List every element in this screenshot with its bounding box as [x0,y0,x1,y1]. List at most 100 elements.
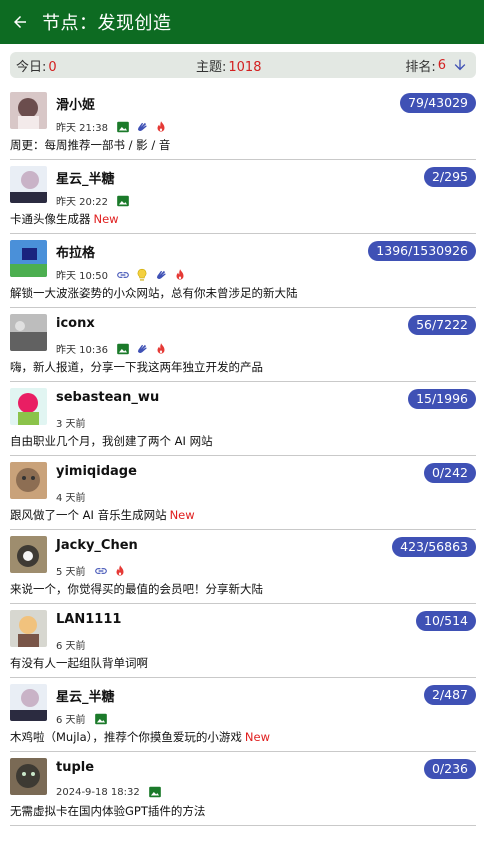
username[interactable]: Jacky_Chen [56,538,138,553]
topic-meta: 昨天 10:36 [56,341,173,356]
reply-view-count-badge: 15/1996 [408,389,476,409]
topic-row[interactable]: sebastean_wu 3 天前 15/1996 自由职业几个月，我创建了两个 AI… [10,382,476,456]
topic-title-text: 来说一个，你觉得买的最值的会员吧！分享新大陆 [10,582,263,596]
username[interactable]: LAN1111 [56,612,121,627]
topic-title-text: 卡通头像生成器 [10,212,91,226]
timestamp: 昨天 20:22 [56,197,108,208]
timestamp: 昨天 10:36 [56,345,108,356]
topic-row[interactable]: 星云_半糖昨天 20:22 2/295 卡通头像生成器 New [10,160,476,234]
topic-meta: 5 天前 [56,563,132,578]
image-icon [94,712,108,726]
arrow-down-icon[interactable] [452,57,468,73]
node-stats-bar: 今日: 0 主题: 1018 排名: 6 [10,52,476,78]
topic-row[interactable]: Jacky_Chen 5 天前 423/56863 来说一个，你觉得买的最值的会员吧！… [10,530,476,604]
new-label: New [244,730,270,744]
arrow-left-icon [14,16,26,28]
fire-icon [154,120,168,134]
topic-title[interactable]: 卡通头像生成器 New [10,211,119,227]
topic-list: 滑小姬昨天 21:38 79/43029 周更：每周推荐一部书 / 影 / 音星云_… [0,86,484,826]
avatar[interactable] [10,92,47,129]
topic-title-text: 跟风做了一个 AI 音乐生成网站 [10,508,167,522]
topic-meta: 6 天前 [56,637,94,652]
topic-title[interactable]: 自由职业几个月，我创建了两个 AI 网站 [10,433,216,449]
image-icon [148,785,162,799]
new-label: New [169,508,195,522]
topic-meta: 2024-9-18 18:32 [56,785,167,799]
timestamp: 4 天前 [56,493,86,504]
topic-title[interactable]: 跟风做了一个 AI 音乐生成网站 New [10,507,195,523]
rank-stat: 排名: 6 [405,56,468,75]
reply-view-count-badge: 423/56863 [392,537,476,557]
topic-meta: 4 天前 [56,489,94,504]
bulb-icon [135,268,149,282]
timestamp: 2024-9-18 18:32 [56,786,140,798]
avatar[interactable] [10,610,47,647]
topic-title-text: 木鸡啦（Mujla），推荐个你摸鱼爱玩的小游戏 [10,730,242,744]
page-title: 节点：发现创造 [42,13,172,34]
topic-row[interactable]: LAN1111 6 天前 10/514 有没有人一起组队背单词啊 [10,604,476,678]
avatar[interactable] [10,388,47,425]
avatar[interactable] [10,166,47,203]
topic-title[interactable]: 木鸡啦（Mujla），推荐个你摸鱼爱玩的小游戏 New [10,729,270,745]
fire-icon [173,268,187,282]
link-icon [116,268,130,282]
fire-icon [113,564,127,578]
topic-title-text: 解锁一大波涨姿势的小众网站，总有你未曾涉足的新大陆 [10,286,298,300]
avatar[interactable] [10,758,47,795]
username[interactable]: 星云_半糖 [56,168,115,187]
username[interactable]: 星云_半糖 [56,686,115,705]
hand-icon [135,342,149,356]
timestamp: 6 天前 [56,641,86,652]
timestamp: 昨天 21:38 [56,123,108,134]
topic-meta: 昨天 10:50 [56,267,192,282]
topic-meta: 昨天 21:38 [56,119,173,134]
topic-row[interactable]: 布拉格昨天 10:50 1396/1530926 解锁一大波涨姿势的小众网站，总有你… [10,234,476,308]
topic-row[interactable]: tuple 2024-9-18 18:32 0/236 无需虚拟卡在国内体验GPT插件… [10,752,476,826]
topic-row[interactable]: 星云_半糖 6 天前 2/487 木鸡啦（Mujla），推荐个你摸鱼爱玩的小游戏 New [10,678,476,752]
username[interactable]: iconx [56,316,95,331]
username[interactable]: tuple [56,760,94,775]
link-icon [94,564,108,578]
topics-value: 1018 [228,59,262,75]
topic-title[interactable]: 来说一个，你觉得买的最值的会员吧！分享新大陆 [10,581,266,597]
topic-title-text: 无需虚拟卡在国内体验GPT插件的方法 [10,804,206,818]
topic-title[interactable]: 有没有人一起组队背单词啊 [10,655,151,671]
username[interactable]: sebastean_wu [56,390,159,405]
avatar[interactable] [10,240,47,277]
topic-meta: 昨天 20:22 [56,193,135,208]
topic-row[interactable]: 滑小姬昨天 21:38 79/43029 周更：每周推荐一部书 / 影 / 音 [10,86,476,160]
reply-view-count-badge: 79/43029 [400,93,476,113]
topic-title-text: 有没有人一起组队背单词啊 [10,656,148,670]
reply-view-count-badge: 56/7222 [408,315,476,335]
topics-label: 主题: [196,59,227,75]
topic-meta: 6 天前 [56,711,113,726]
topic-title-text: 嗨，新人报道，分享一下我这两年独立开发的产品 [10,360,263,374]
topic-title[interactable]: 无需虚拟卡在国内体验GPT插件的方法 [10,803,208,819]
reply-view-count-badge: 1396/1530926 [368,241,476,261]
avatar[interactable] [10,536,47,573]
back-button[interactable] [0,4,40,40]
timestamp: 3 天前 [56,419,86,430]
image-icon [116,342,130,356]
reply-view-count-badge: 0/242 [423,463,476,483]
avatar[interactable] [10,462,47,499]
reply-view-count-badge: 2/487 [423,685,476,705]
avatar[interactable] [10,684,47,721]
topic-title[interactable]: 周更：每周推荐一部书 / 影 / 音 [10,137,173,153]
topic-title[interactable]: 嗨，新人报道，分享一下我这两年独立开发的产品 [10,359,266,375]
username[interactable]: 滑小姬 [56,94,95,113]
avatar[interactable] [10,314,47,351]
topic-title-text: 自由职业几个月，我创建了两个 AI 网站 [10,434,213,448]
today-label: 今日: [16,59,47,75]
topic-row[interactable]: iconx 昨天 10:36 56/7222 嗨，新人报道，分享一下我这两年独立开发的… [10,308,476,382]
today-value: 0 [48,59,57,75]
username[interactable]: 布拉格 [56,242,95,261]
hand-icon [135,120,149,134]
username[interactable]: yimiqidage [56,464,137,479]
image-icon [116,120,130,134]
topic-row[interactable]: yimiqidage 4 天前 0/242 跟风做了一个 AI 音乐生成网站 New [10,456,476,530]
hand-icon [154,268,168,282]
reply-view-count-badge: 2/295 [423,167,476,187]
topic-title[interactable]: 解锁一大波涨姿势的小众网站，总有你未曾涉足的新大陆 [10,285,301,301]
new-label: New [93,212,119,226]
